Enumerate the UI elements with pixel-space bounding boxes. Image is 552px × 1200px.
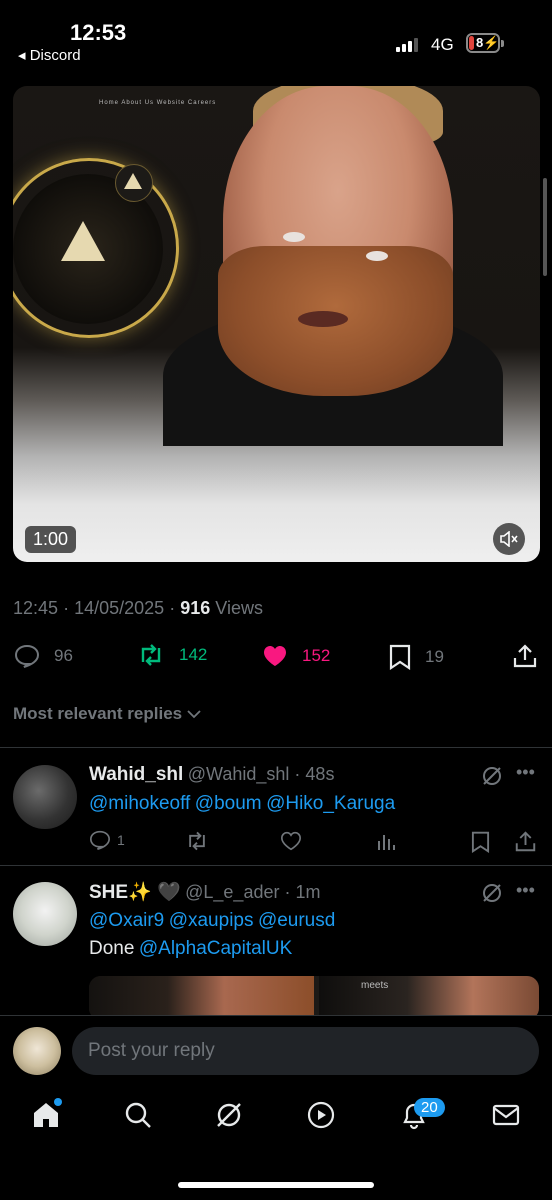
mention-link[interactable]: @xaupips xyxy=(169,910,254,931)
meta-separator: · xyxy=(169,598,176,618)
video-site-nav: Home About Us Website Careers xyxy=(99,100,217,106)
post-date: 14/05/2025 xyxy=(74,598,165,618)
post-time: 12:45 xyxy=(13,598,59,618)
divider xyxy=(0,747,552,748)
mention-link[interactable]: @eurusd xyxy=(258,910,335,931)
bookmark-icon[interactable] xyxy=(471,831,490,853)
alpha-logo-icon xyxy=(61,221,105,261)
signal-icon xyxy=(396,38,418,52)
back-to-app-link[interactable]: ◂ Discord xyxy=(18,46,81,64)
media-image[interactable] xyxy=(319,976,539,1020)
like-count: 152 xyxy=(302,646,331,665)
repost-icon[interactable] xyxy=(185,831,209,851)
reply-reply-count: 1 xyxy=(117,832,125,848)
share-icon[interactable] xyxy=(515,831,536,852)
video-duration: 1:00 xyxy=(25,526,77,553)
mention-link[interactable]: @Oxair9 xyxy=(89,910,164,931)
reply-media-thumbnail[interactable]: meets xyxy=(89,976,539,1020)
reply-header: Wahid_shl @Wahid_shl · 48s xyxy=(89,764,335,785)
reply-author-name[interactable]: SHE✨ 🖤 xyxy=(89,882,181,903)
video-person-mouth xyxy=(298,311,348,327)
share-icon xyxy=(513,644,537,668)
scrollbar[interactable] xyxy=(543,178,547,276)
post-meta: 12:45 · 14/05/2025 · 916 Views xyxy=(13,598,263,619)
search-icon[interactable] xyxy=(123,1100,153,1130)
views-count: 916 xyxy=(180,598,211,618)
video-tab-icon[interactable] xyxy=(306,1100,336,1130)
like-button[interactable]: 152 xyxy=(262,644,330,668)
video-player[interactable]: Home About Us Website Careers 1:00 xyxy=(13,86,540,562)
heart-icon[interactable] xyxy=(280,831,302,851)
bookmark-button[interactable]: 19 xyxy=(389,644,444,670)
mention-link[interactable]: @Hiko_Karuga xyxy=(266,793,395,814)
views-label[interactable]: Views xyxy=(215,598,263,618)
avatar[interactable] xyxy=(13,882,77,946)
avatar[interactable] xyxy=(13,765,77,829)
analytics-icon[interactable] xyxy=(376,831,396,851)
status-time: 12:53 xyxy=(70,20,127,45)
mention-link[interactable]: @mihokeoff xyxy=(89,793,190,814)
media-image[interactable] xyxy=(89,976,314,1020)
mention-link[interactable]: @AlphaCapitalUK xyxy=(139,938,292,959)
heart-icon xyxy=(264,646,286,666)
grok-icon[interactable] xyxy=(481,765,503,787)
share-button[interactable] xyxy=(513,644,551,668)
reply-author-handle[interactable]: @L_e_ader xyxy=(185,882,279,902)
bookmark-icon xyxy=(389,644,411,670)
mute-icon[interactable] xyxy=(493,523,525,555)
repost-icon xyxy=(141,644,161,666)
video-person-eye xyxy=(283,232,305,242)
battery-icon: 8⚡ xyxy=(466,33,500,53)
more-options-icon[interactable]: ••• xyxy=(516,880,535,901)
divider xyxy=(0,865,552,866)
repost-count: 142 xyxy=(179,645,208,664)
more-options-icon[interactable]: ••• xyxy=(516,762,535,783)
reply-input[interactable] xyxy=(72,1027,539,1075)
chevron-down-icon xyxy=(187,710,201,719)
reply-icon xyxy=(14,644,40,668)
battery-tip xyxy=(501,40,504,47)
network-type: 4G xyxy=(431,35,454,54)
replies-sort-dropdown[interactable]: Most relevant replies xyxy=(13,704,201,724)
media-caption: meets xyxy=(361,980,389,991)
home-notification-dot xyxy=(54,1098,62,1106)
grok-icon[interactable] xyxy=(481,882,503,904)
alpha-logo-small-icon xyxy=(124,173,142,189)
reply-mentions: @mihokeoff @boum @Hiko_Karuga xyxy=(89,793,395,815)
mention-link[interactable]: @boum xyxy=(195,793,262,814)
messages-icon[interactable] xyxy=(491,1100,521,1130)
reply-count: 96 xyxy=(54,646,73,665)
reply-reply-button[interactable]: 1 xyxy=(89,830,125,850)
reply-time: 1m xyxy=(295,882,321,902)
home-indicator xyxy=(178,1182,374,1188)
video-person-eye xyxy=(366,251,388,261)
reply-icon xyxy=(89,830,111,850)
reply-header: SHE✨ 🖤 @L_e_ader · 1m xyxy=(89,882,321,903)
bookmark-count: 19 xyxy=(425,647,444,666)
reply-text: Done xyxy=(89,938,135,959)
replies-sort-label: Most relevant replies xyxy=(13,704,183,723)
reply-author-name[interactable]: Wahid_shl xyxy=(89,764,183,785)
reply-author-handle[interactable]: @Wahid_shl xyxy=(188,764,290,784)
meta-separator: · xyxy=(63,598,70,618)
reply-body: Done @AlphaCapitalUK xyxy=(89,938,292,960)
grok-icon[interactable] xyxy=(214,1100,244,1130)
my-avatar[interactable] xyxy=(13,1027,61,1075)
reply-time: 48s xyxy=(305,764,335,784)
notifications-badge: 20 xyxy=(414,1098,445,1117)
reply-button[interactable]: 96 xyxy=(14,644,73,668)
reply-mentions: @Oxair9 @xaupips @eurusd xyxy=(89,910,335,932)
repost-button[interactable]: 142 xyxy=(137,644,207,666)
